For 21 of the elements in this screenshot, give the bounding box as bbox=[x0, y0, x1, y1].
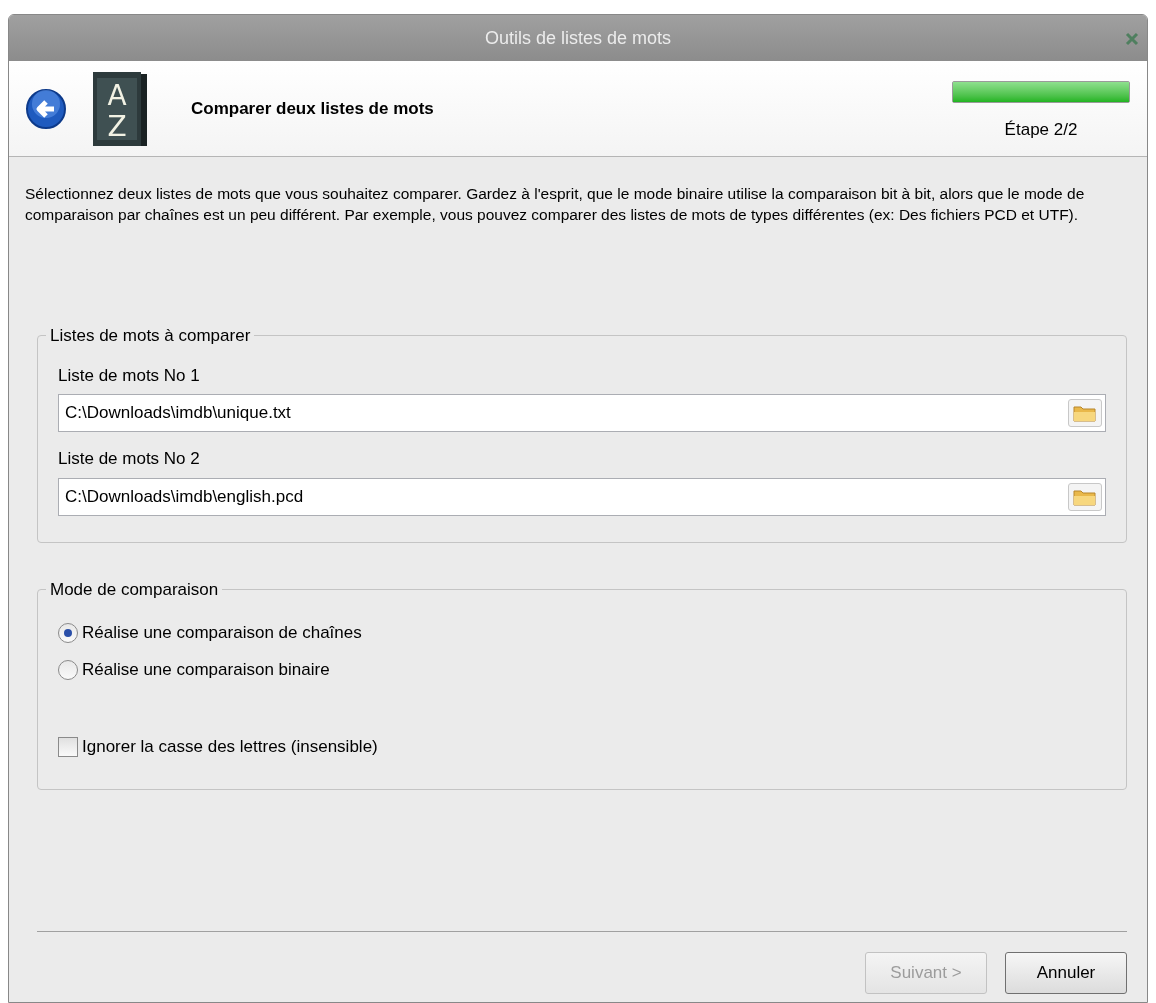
cancel-button[interactable]: Annuler bbox=[1005, 952, 1127, 994]
radio-button[interactable] bbox=[58, 622, 78, 643]
radio-button[interactable] bbox=[58, 659, 78, 680]
folder-icon bbox=[1072, 403, 1098, 423]
description: Sélectionnez deux listes de mots que vous souhaitez comparer. Gardez à l'esprit, que le mode binaire utilise la comparaison bit à bit, alors que le mode de comparaison par chaînes est un peu différent. Par exemple, vous pouvez comparer des listes de mots de types différentes (ex: Des fichiers PCD et UTF). bbox=[25, 184, 1086, 225]
file-path-field[interactable]: C:\Downloads\imdb\english.pcd bbox=[58, 477, 1106, 516]
radio-option[interactable]: Réalise une comparaison binaire bbox=[58, 651, 1106, 688]
step-title: Comparer deux listes de mots bbox=[191, 97, 434, 120]
field-label: Liste de mots No 2 bbox=[58, 448, 201, 470]
checkbox[interactable] bbox=[58, 736, 78, 757]
radio-option[interactable]: Réalise une comparaison de chaînes bbox=[58, 614, 1106, 651]
browse-button[interactable] bbox=[1068, 482, 1102, 511]
step-counter: Étape 2/2 bbox=[1004, 118, 1078, 141]
group-legend: Listes de mots à comparer bbox=[46, 323, 255, 349]
file-path-field[interactable]: C:\Downloads\imdb\unique.txt bbox=[58, 394, 1106, 432]
window-title: Outils de listes de mots bbox=[484, 26, 672, 50]
group-legend: Mode de comparaison bbox=[46, 576, 223, 602]
browse-button[interactable] bbox=[1068, 399, 1102, 427]
field-label: Liste de mots No 1 bbox=[58, 364, 201, 387]
close-icon[interactable] bbox=[1125, 32, 1139, 46]
checkbox-option[interactable]: Ignorer la casse des lettres (insensible) bbox=[58, 728, 1106, 765]
